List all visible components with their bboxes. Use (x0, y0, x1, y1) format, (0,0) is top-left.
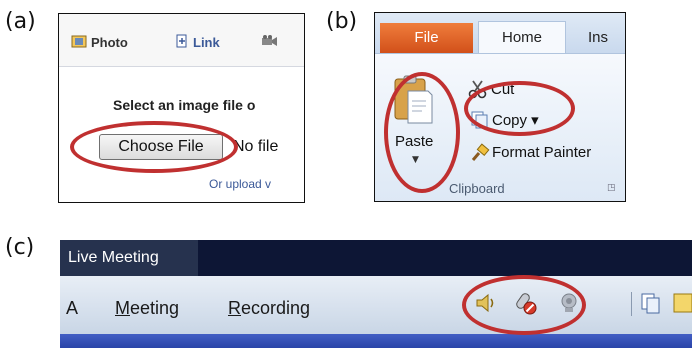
ribbon-tab-bar: File Home Ins (375, 13, 625, 54)
screenshot-c-live-meeting: Live Meeting A Meeting Recording (60, 240, 692, 348)
clipboard-group-label: Clipboard (449, 181, 505, 196)
chevron-down-icon: ▼ (412, 155, 419, 165)
photo-icon (71, 34, 87, 51)
window-title: Live Meeting (60, 240, 198, 276)
tab-photo[interactable]: Photo (71, 34, 128, 51)
scissors-icon (468, 79, 488, 103)
window-titlebar: Live Meeting (60, 240, 692, 276)
toolbar-separator (631, 292, 632, 316)
composer-tabs: Photo Link (59, 14, 304, 67)
webcam-icon[interactable] (555, 288, 585, 318)
tab-insert[interactable]: Ins (588, 29, 608, 46)
tab-file[interactable]: File (380, 23, 473, 53)
video-icon (261, 34, 279, 51)
no-file-status: No file (233, 138, 279, 155)
paste-icon (392, 75, 434, 129)
tab-link-label: Link (193, 35, 220, 50)
copy-icon (470, 110, 490, 134)
paste-label: Paste (395, 133, 434, 150)
tab-video[interactable] (261, 34, 279, 51)
menu-recording-accel: R (228, 298, 241, 318)
microphone-muted-icon[interactable] (510, 288, 540, 318)
notes-icon[interactable] (668, 288, 692, 318)
format-painter-label: Format Painter (492, 144, 592, 161)
menu-recording-rest: ecording (241, 298, 311, 318)
select-image-prompt: Select an image file o (113, 97, 256, 113)
menu-meeting-rest: eeting (130, 298, 180, 318)
dialog-launcher-icon[interactable]: ◳ (607, 183, 616, 193)
link-icon (175, 34, 189, 51)
menu-meeting[interactable]: Meeting (115, 298, 179, 319)
speaker-icon[interactable] (471, 288, 501, 318)
upload-link[interactable]: Or upload v (209, 177, 271, 191)
menu-recording[interactable]: Recording (228, 298, 310, 319)
tab-home[interactable]: Home (478, 21, 566, 54)
format-painter-icon (470, 143, 490, 167)
panel-label-c: (c) (5, 235, 35, 260)
cut-label: Cut (491, 81, 515, 98)
handouts-icon[interactable] (636, 288, 666, 318)
panel-label-b: (b) (326, 9, 358, 34)
choose-file-button[interactable]: Choose File (99, 134, 223, 160)
tab-photo-label: Photo (91, 35, 128, 50)
screenshot-b-clipboard-ribbon: File Home Ins Paste ▼ Cut Copy ▾ Format … (374, 12, 626, 202)
copy-label: Copy ▾ (492, 112, 539, 129)
tab-link[interactable]: Link (175, 34, 220, 51)
panel-label-a: (a) (5, 9, 36, 34)
menu-partial[interactable]: A (66, 298, 78, 319)
content-area-edge (60, 334, 692, 348)
menu-meeting-accel: M (115, 298, 130, 318)
screenshot-a-file-upload: Photo Link Select an image file o Choose… (58, 13, 305, 203)
